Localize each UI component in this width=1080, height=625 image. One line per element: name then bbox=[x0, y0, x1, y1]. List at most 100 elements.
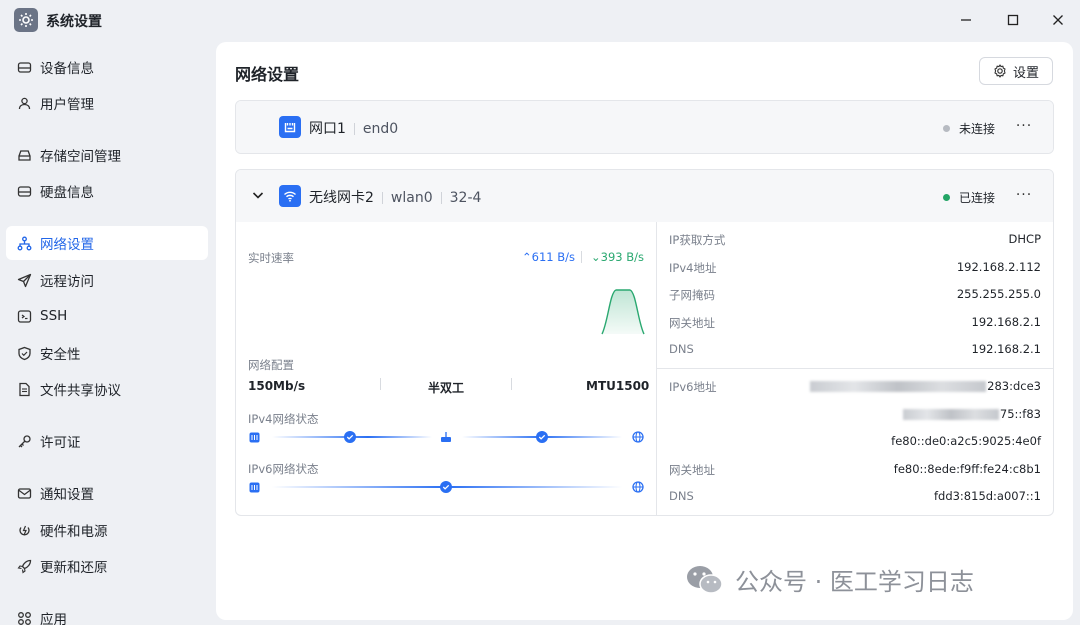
sidebar-item-label: 远程访问 bbox=[40, 274, 94, 290]
field-value: 283:dce3 bbox=[810, 379, 1041, 393]
sidebar-item-storage[interactable]: 存储空间管理 bbox=[6, 138, 208, 172]
globe-icon bbox=[632, 431, 644, 443]
status-badge: 已连接 bbox=[942, 189, 995, 206]
status-text: 未连接 bbox=[958, 122, 995, 136]
device-node-icon bbox=[248, 481, 260, 493]
mail-icon bbox=[16, 485, 32, 501]
sidebar-item-network-settings[interactable]: 网络设置 bbox=[6, 226, 208, 260]
field-label: 网关地址 bbox=[669, 316, 715, 330]
sidebar-item-label: 更新和还原 bbox=[40, 560, 108, 576]
wifi-icon bbox=[279, 185, 301, 207]
interface-header[interactable]: 网口1 end0 未连接 ··· bbox=[236, 101, 1053, 153]
ipv6-suffix: 283:dce3 bbox=[987, 379, 1041, 393]
sidebar-item-update-restore[interactable]: 更新和还原 bbox=[6, 549, 208, 583]
more-options-icon[interactable]: ··· bbox=[1013, 184, 1035, 206]
status-dot bbox=[942, 125, 950, 132]
sidebar-item-label: 硬件和电源 bbox=[40, 524, 108, 540]
sidebar-item-label: 安全性 bbox=[40, 347, 81, 363]
interface-header[interactable]: 无线网卡2 wlan0 32-4 已连接 ··· bbox=[236, 170, 1053, 222]
more-options-icon[interactable]: ··· bbox=[1013, 115, 1035, 137]
field-value: 75::f83 bbox=[902, 407, 1041, 421]
settings-button[interactable]: 设置 bbox=[979, 57, 1053, 85]
maximize-button[interactable] bbox=[1003, 10, 1023, 30]
sidebar-item-label: 应用 bbox=[40, 612, 67, 625]
sidebar-item-notifications[interactable]: 通知设置 bbox=[6, 476, 208, 510]
minimize-button[interactable] bbox=[956, 10, 976, 30]
chevron-down-icon[interactable] bbox=[251, 188, 265, 202]
speed-sparkline bbox=[601, 289, 645, 335]
divider bbox=[657, 368, 1053, 369]
redacted-blur bbox=[810, 381, 987, 392]
sidebar: 设备信息 用户管理 存储空间管理 硬盘信息 网络设置 远程访问 SSH 安全性 … bbox=[0, 40, 215, 625]
settings-app-icon bbox=[14, 8, 38, 32]
user-icon bbox=[16, 95, 32, 111]
ipv6-address-row: fe80::de0:a2c5:9025:4e0f bbox=[669, 432, 1041, 452]
sidebar-item-disk-info[interactable]: 硬盘信息 bbox=[6, 174, 208, 208]
send-icon bbox=[16, 272, 32, 288]
sidebar-item-ssh[interactable]: SSH bbox=[6, 299, 208, 333]
main-panel: 网络设置 设置 网口1 end0 未连接 ··· 无线网卡2 wlan0 32-… bbox=[216, 42, 1073, 620]
subnet-mask-row: 子网掩码 255.255.255.0 bbox=[669, 285, 1041, 305]
status-text: 已连接 bbox=[958, 191, 995, 205]
rocket-icon bbox=[16, 558, 32, 574]
ipv6-gateway-row: 网关地址 fe80::8ede:f9ff:fe24:c8b1 bbox=[669, 460, 1041, 480]
watermark: 公众号 · 医工学习日志 bbox=[685, 562, 974, 597]
sidebar-item-label: 设备信息 bbox=[40, 61, 94, 77]
sidebar-item-label: 许可证 bbox=[40, 435, 81, 451]
sidebar-item-user-management[interactable]: 用户管理 bbox=[6, 86, 208, 120]
upload-speed: ⌃611 B/s bbox=[522, 250, 575, 264]
ipv6-address-row: 75::f83 bbox=[669, 405, 1041, 425]
sidebar-item-file-sharing[interactable]: 文件共享协议 bbox=[6, 372, 208, 406]
device-node-icon bbox=[248, 431, 260, 443]
globe-icon bbox=[632, 481, 644, 493]
field-label: IP获取方式 bbox=[669, 233, 726, 247]
title-bar: 系统设置 bbox=[0, 0, 1080, 40]
network-config-label: 网络配置 bbox=[248, 358, 294, 372]
terminal-icon bbox=[16, 308, 32, 324]
interface-device: end0 bbox=[362, 121, 399, 137]
field-label: DNS bbox=[669, 342, 694, 356]
field-value: 255.255.255.0 bbox=[956, 287, 1041, 301]
storage-icon bbox=[16, 147, 32, 163]
close-button[interactable] bbox=[1048, 10, 1068, 30]
sidebar-item-label: 硬盘信息 bbox=[40, 185, 94, 201]
status-dot bbox=[942, 194, 950, 201]
watermark-text: 公众号 · 医工学习日志 bbox=[735, 568, 974, 596]
ipv6-status-label: IPv6网络状态 bbox=[248, 462, 319, 476]
download-speed: ⌄393 B/s bbox=[591, 250, 644, 264]
page-title: 网络设置 bbox=[235, 65, 300, 84]
field-value: fe80::8ede:f9ff:fe24:c8b1 bbox=[893, 462, 1041, 476]
window-title: 系统设置 bbox=[46, 14, 102, 30]
mtu-value: MTU1500 bbox=[586, 379, 650, 393]
ip-method-row: IP获取方式 DHCP bbox=[669, 230, 1041, 250]
sidebar-item-license[interactable]: 许可证 bbox=[6, 424, 208, 458]
realtime-speed-label: 实时速率 bbox=[248, 251, 294, 265]
sidebar-item-apps[interactable]: 应用 bbox=[6, 601, 208, 625]
sidebar-item-label: 通知设置 bbox=[40, 487, 94, 503]
interface-card-wlan: 无线网卡2 wlan0 32-4 已连接 ··· 实时速率 ⌃611 B/s ⌄39… bbox=[235, 169, 1054, 516]
sidebar-item-label: 存储空间管理 bbox=[40, 149, 121, 165]
power-icon bbox=[16, 522, 32, 538]
field-value: fe80::de0:a2c5:9025:4e0f bbox=[891, 434, 1041, 448]
sidebar-item-remote-access[interactable]: 远程访问 bbox=[6, 263, 208, 297]
sidebar-item-device-info[interactable]: 设备信息 bbox=[6, 50, 208, 84]
ipv6-dns-row: DNS fdd3:815d:a007::1 bbox=[669, 487, 1041, 507]
check-circle-icon bbox=[536, 431, 548, 443]
traffic-panel: 实时速率 ⌃611 B/s ⌄393 B/s 网络配置 150Mb/s 半双工 … bbox=[236, 222, 657, 515]
field-label: 网关地址 bbox=[669, 463, 715, 477]
ipv4-status-label: IPv4网络状态 bbox=[248, 412, 319, 426]
divider bbox=[511, 378, 512, 390]
sidebar-item-hardware-power[interactable]: 硬件和电源 bbox=[6, 513, 208, 547]
check-circle-icon bbox=[440, 481, 452, 493]
ipv4-address-row: IPv4地址 192.168.2.112 bbox=[669, 258, 1041, 278]
duplex-mode: 半双工 bbox=[428, 381, 465, 395]
gear-icon bbox=[993, 64, 1007, 78]
field-label: IPv4地址 bbox=[669, 261, 717, 275]
field-value: 192.168.2.1 bbox=[971, 315, 1042, 329]
ipv6-address-row: IPv6地址 283:dce3 bbox=[669, 377, 1041, 397]
sidebar-item-security[interactable]: 安全性 bbox=[6, 336, 208, 370]
divider bbox=[380, 378, 381, 390]
field-label: DNS bbox=[669, 489, 694, 503]
apps-icon bbox=[16, 610, 32, 625]
link-speed: 150Mb/s bbox=[248, 379, 306, 393]
